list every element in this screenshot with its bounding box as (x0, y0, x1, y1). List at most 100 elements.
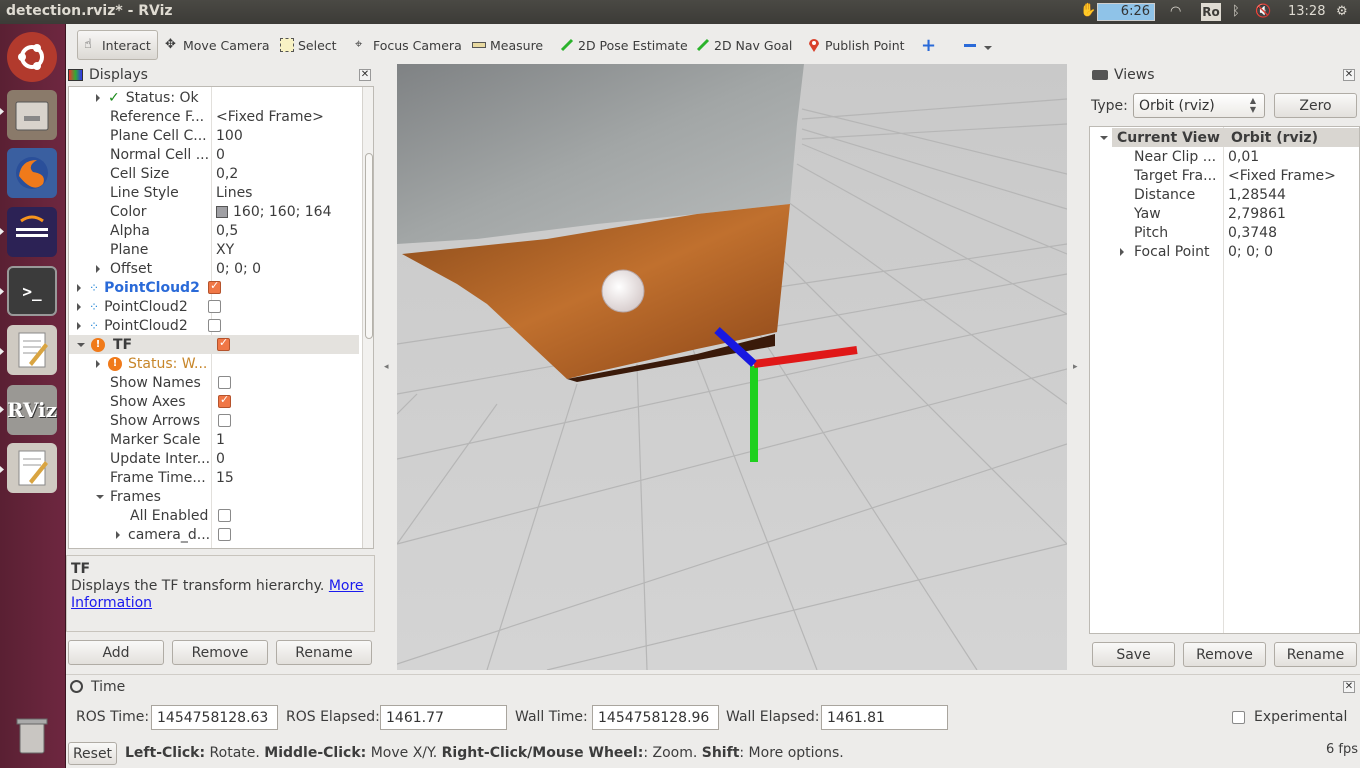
power-icon[interactable]: ⚙ (1336, 4, 1348, 19)
scrollbar-thumb[interactable] (365, 153, 373, 339)
status-ok-row[interactable]: ✓ Status: Ok (96, 88, 199, 107)
all-enabled-checkbox[interactable] (218, 509, 231, 522)
experimental-checkbox[interactable] (1232, 711, 1245, 724)
ubuntu-logo-icon[interactable] (7, 32, 57, 82)
view-type-select[interactable]: Orbit (rviz) ▲ ▼ (1133, 93, 1265, 118)
status-warn-row[interactable]: ! Status: W... (96, 354, 207, 373)
wall-elapsed-field[interactable]: 1461.81 (821, 705, 948, 730)
color-row[interactable]: Color 160; 160; 164 (110, 202, 332, 221)
show-names-row[interactable]: Show Names (110, 373, 231, 392)
remove-tool-button[interactable] (964, 33, 992, 57)
normal-cell-count-row[interactable]: Normal Cell ... 0 (110, 145, 225, 164)
focal-point-row[interactable]: Focal Point 0; 0; 0 (1120, 242, 1273, 261)
add-display-button[interactable]: Add (68, 640, 164, 665)
terminal-icon[interactable]: >_ (7, 266, 57, 316)
remove-display-button[interactable]: Remove (172, 640, 268, 665)
battery-time: 6:26 (1120, 4, 1150, 19)
tf-display-row[interactable]: ! TF (77, 335, 230, 354)
clock[interactable]: 13:28 (1288, 4, 1325, 19)
ros-time-field[interactable]: 1454758128.63 (151, 705, 278, 730)
property-name: Plane Cell C... (110, 127, 207, 144)
plane-row[interactable]: Plane XY (110, 240, 234, 259)
wifi-icon[interactable]: ◠ (1170, 4, 1181, 19)
camera-frame-checkbox[interactable] (218, 528, 231, 541)
nav-goal-tool-button[interactable]: 2D Nav Goal (696, 33, 792, 57)
distance-row[interactable]: Distance 1,28544 (1134, 185, 1286, 204)
property-name: Normal Cell ... (110, 146, 210, 163)
scene-svg (397, 64, 1067, 670)
show-axes-row[interactable]: Show Axes (110, 392, 231, 411)
right-click-hint: Right-Click/Mouse Wheel: (441, 745, 644, 761)
rviz-icon[interactable]: RViz (7, 385, 57, 435)
text-editor-icon[interactable] (7, 325, 57, 375)
plane-cell-count-row[interactable]: Plane Cell C... 100 (110, 126, 243, 145)
pitch-row[interactable]: Pitch 0,3748 (1134, 223, 1277, 242)
battery-indicator[interactable]: 6:26 (1097, 3, 1155, 21)
reset-button[interactable]: Reset (68, 742, 117, 765)
bluetooth-icon[interactable]: ᛒ (1232, 4, 1240, 19)
enabled-checkbox[interactable] (208, 300, 222, 313)
current-view-row[interactable]: Current View Orbit (rviz) (1100, 128, 1318, 147)
show-arrows-checkbox[interactable] (218, 414, 231, 427)
show-arrows-row[interactable]: Show Arrows (110, 411, 231, 430)
running-indicator (0, 348, 4, 355)
firefox-icon[interactable] (7, 148, 57, 198)
interact-tool-button[interactable]: ☝ Interact (77, 30, 158, 60)
add-tool-plus-icon[interactable]: + (921, 33, 936, 57)
select-tool-button[interactable]: Select (280, 33, 337, 57)
splitter-right-arrow-icon[interactable]: ▸ (1073, 362, 1078, 372)
touch-icon[interactable]: ✋ (1080, 3, 1096, 18)
close-icon[interactable]: ✕ (1343, 681, 1355, 693)
remove-view-button[interactable]: Remove (1183, 642, 1266, 667)
cell-size-row[interactable]: Cell Size 0,2 (110, 164, 238, 183)
green-arrow-icon (560, 38, 574, 52)
measure-label: Measure (490, 37, 544, 53)
camera-frame-row[interactable]: camera_d... (116, 525, 231, 544)
pointcloud2-display-row[interactable]: ⁘ PointCloud2 (77, 278, 222, 297)
eclipse-icon[interactable] (7, 207, 57, 257)
pose-estimate-tool-button[interactable]: 2D Pose Estimate (560, 33, 688, 57)
frames-row[interactable]: Frames (96, 487, 161, 506)
show-names-checkbox[interactable] (218, 376, 231, 389)
pointcloud2-display-row[interactable]: ⁘ PointCloud2 (77, 316, 222, 335)
update-interval-row[interactable]: Update Inter... 0 (110, 449, 225, 468)
enabled-checkbox[interactable] (208, 279, 222, 294)
show-axes-checkbox[interactable] (218, 393, 231, 408)
trash-icon[interactable] (7, 710, 57, 760)
ros-elapsed-field[interactable]: 1461.77 (380, 705, 507, 730)
frame-timeout-row[interactable]: Frame Time... 15 (110, 468, 234, 487)
expand-arrow-icon (1120, 247, 1124, 256)
text-editor-icon[interactable] (7, 443, 57, 493)
all-enabled-row[interactable]: All Enabled (130, 506, 231, 525)
enabled-checkbox[interactable] (217, 336, 230, 351)
target-frame-row[interactable]: Target Fra... <Fixed Frame> (1134, 166, 1336, 185)
keyboard-layout-indicator[interactable]: Ro (1201, 3, 1221, 21)
zero-view-button[interactable]: Zero (1274, 93, 1357, 118)
enabled-checkbox[interactable] (208, 319, 222, 332)
save-view-button[interactable]: Save (1092, 642, 1175, 667)
close-icon[interactable]: ✕ (1343, 69, 1355, 81)
publish-point-tool-button[interactable]: Publish Point (807, 33, 905, 57)
rename-view-button[interactable]: Rename (1274, 642, 1357, 667)
wall-time-field[interactable]: 1454758128.96 (592, 705, 719, 730)
property-name: Marker Scale (110, 431, 201, 448)
reference-frame-row[interactable]: Reference F... <Fixed Frame> (110, 107, 324, 126)
offset-row[interactable]: Offset 0; 0; 0 (96, 259, 261, 278)
3d-render-viewport[interactable] (397, 64, 1067, 670)
line-style-row[interactable]: Line Style Lines (110, 183, 252, 202)
move-camera-tool-button[interactable]: ✥ Move Camera (165, 33, 270, 57)
marker-scale-row[interactable]: Marker Scale 1 (110, 430, 225, 449)
pointcloud2-display-row[interactable]: ⁘ PointCloud2 (77, 297, 222, 316)
rename-display-button[interactable]: Rename (276, 640, 372, 665)
measure-tool-button[interactable]: Measure (472, 33, 543, 57)
displays-scrollbar[interactable] (362, 87, 373, 548)
files-icon[interactable] (7, 90, 57, 140)
volume-muted-icon[interactable]: 🔇 (1255, 4, 1271, 19)
close-icon[interactable]: ✕ (359, 69, 371, 81)
focus-camera-tool-button[interactable]: ⌖ Focus Camera (355, 33, 462, 57)
yaw-row[interactable]: Yaw 2,79861 (1134, 204, 1286, 223)
property-name: All Enabled (130, 507, 209, 524)
near-clip-row[interactable]: Near Clip ... 0,01 (1134, 147, 1259, 166)
alpha-row[interactable]: Alpha 0,5 (110, 221, 238, 240)
splitter-left-arrow-icon[interactable]: ◂ (384, 362, 389, 372)
